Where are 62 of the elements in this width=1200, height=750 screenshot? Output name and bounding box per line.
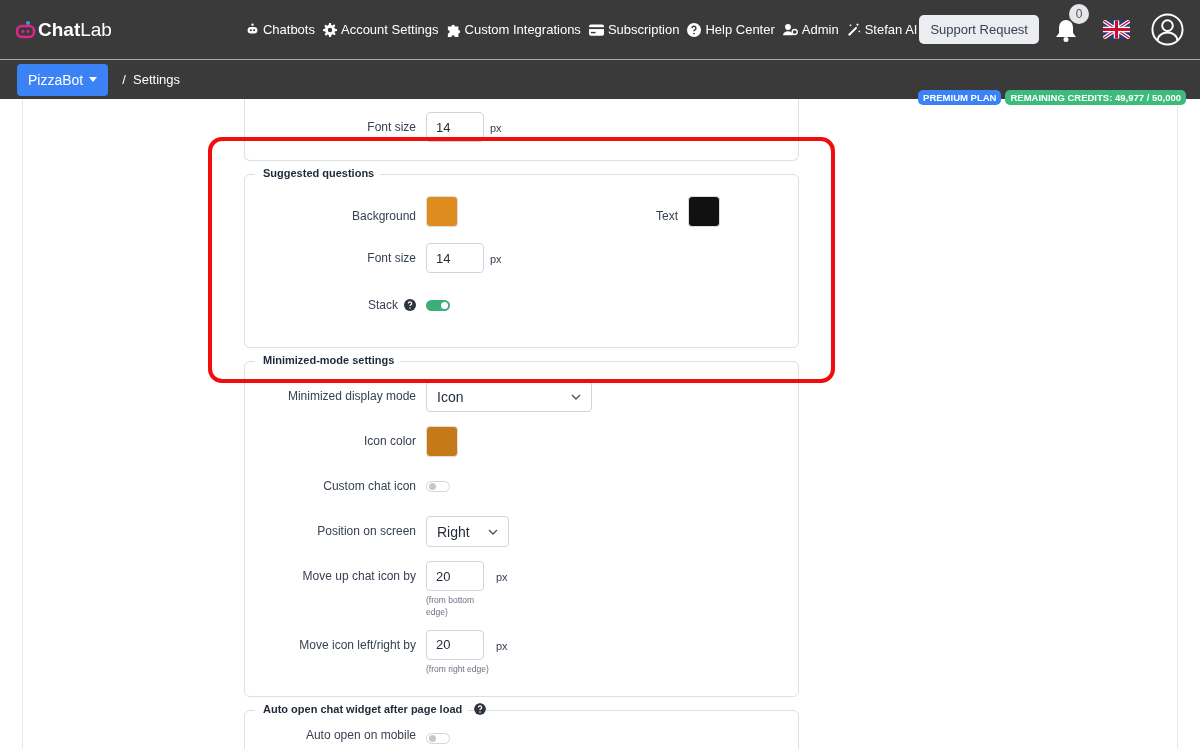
field-label: Move icon left/right by [299,637,416,652]
nav-link[interactable]: Account Settings [322,22,439,37]
chevron-down-icon [488,528,498,535]
field-label: Text [656,208,678,223]
number-field[interactable]: 14 [426,112,484,142]
section-title: Suggested questions [255,167,381,179]
plan-badge: PREMIUM PLAN [918,90,1002,105]
section-title: Auto open chat widget after page load [255,702,469,715]
color-swatch[interactable] [426,196,458,227]
chevron-down-icon [571,393,581,400]
notification-count: 0 [1069,3,1089,24]
credit-card-icon [588,23,604,36]
color-swatch[interactable] [688,196,720,227]
field-label: Font size [367,251,416,265]
number-field[interactable]: 20 [426,629,484,660]
section-title: Minimized-mode settings [255,354,401,366]
color-swatch[interactable] [426,426,458,457]
nav-link[interactable]: Admin [782,22,839,37]
unit-label: px [490,252,502,265]
puzzle-icon [446,22,461,37]
gear-icon [322,22,337,37]
nav-link[interactable]: Help Center [687,22,775,37]
user-gear-icon [782,23,798,36]
toggle-switch[interactable] [426,300,450,311]
field-label: Move up chat icon by [302,569,416,583]
help-icon [687,22,702,37]
logo-icon [16,19,36,40]
breadcrumb: / Settings [122,72,181,87]
field-label: Icon color [363,434,416,448]
chatbot-selector[interactable]: PizzaBot [17,63,109,96]
field-label: Auto open on mobile [305,727,416,742]
help-icon[interactable] [474,702,487,715]
dropdown[interactable]: Right [426,516,509,547]
magic-wand-icon [846,22,861,37]
field-label: Stack [368,298,398,312]
nav-link[interactable]: Custom Integrations [446,22,581,37]
nav-link[interactable]: Chatbots [245,22,315,37]
unit-label: px [496,570,508,583]
field-label: Custom chat icon [323,479,416,493]
number-field[interactable]: 14 [426,243,484,273]
plan-badge: REMAINING CREDITS: 49,977 / 50,000 [1005,90,1186,105]
unit-label: px [490,121,502,134]
toggle-switch[interactable] [426,481,450,492]
number-field[interactable]: 20 [426,561,484,591]
nav-link[interactable]: Stefan AI [846,22,918,37]
bell-icon[interactable] [1055,17,1077,42]
user-avatar-icon[interactable] [1151,13,1184,46]
field-label: Minimized display mode [287,389,416,403]
toggle-switch[interactable] [426,732,450,744]
helper-text: (from bottom edge) [426,594,476,619]
field-label: Font size [367,120,416,134]
field-label: Background [351,208,416,223]
caret-icon [89,77,98,82]
nav-link[interactable]: Subscription [588,22,680,37]
field-label: Position on screen [317,524,416,538]
brand-name[interactable]: ChatLab [38,18,112,41]
uk-flag-icon[interactable] [1103,20,1130,39]
robot-icon [245,23,259,36]
support-request-button[interactable]: Support Request [919,15,1039,44]
helper-text: (from right edge) [426,662,490,675]
help-icon[interactable] [404,299,416,311]
unit-label: px [496,638,508,652]
